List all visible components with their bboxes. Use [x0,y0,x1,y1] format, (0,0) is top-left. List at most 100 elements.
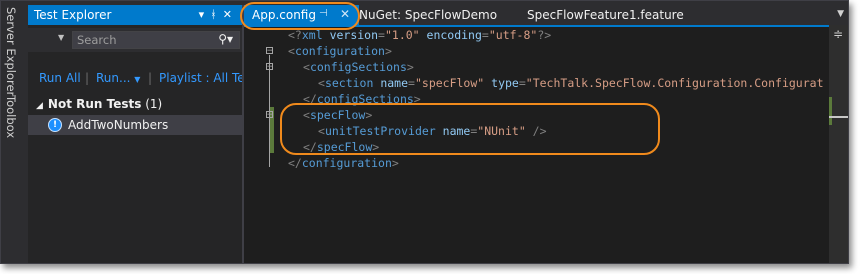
ide-window: Server Explorer Toolbox Test Explorer ▾ᚼ… [0,0,849,264]
code-text: </configuration> [288,155,399,171]
window-position-icon[interactable]: ▾ [199,8,211,21]
code-line: −<specFlow> [244,107,829,123]
pin-icon[interactable]: ᚼ [210,8,223,21]
code-bracket: > [384,44,392,58]
code-line: <unitTestProvider name="NUnit" /> [244,123,829,139]
code-attr-value: "TechTalk.SpecFlow.Configuration.Configu… [525,76,824,90]
code-text: </specFlow> [303,139,379,155]
code-attr-value: "NUnit" [477,124,526,138]
code-bracket: < [318,124,325,138]
test-not-run-icon: ! [48,118,62,132]
test-explorer-toolbar: Run All | Run... ▼ | Playlist : All Test… [28,69,242,89]
code-attr-value: "specFlow" [414,76,485,90]
code-text: <specFlow> [303,107,372,123]
code-attr-value: "utf-8" [488,28,538,42]
code-bracket: </ [288,156,302,170]
side-tool-strip: Server Explorer Toolbox [1,1,27,263]
toolbar-separator: | [85,71,90,85]
code-equals: = [481,28,489,42]
test-explorer-title: Test Explorer [34,8,112,22]
code-text: <configuration> [288,43,392,59]
code-text: <section name="specFlow" type="TechTalk.… [318,75,824,91]
code-line: <section name="specFlow" type="TechTalk.… [244,75,829,91]
code-bracket: </ [303,140,317,154]
chevron-down-icon[interactable]: ▼ [58,33,64,42]
code-editor[interactable]: <?xml version="1.0" encoding="utf-8"?> − <… [244,27,829,263]
code-line: − <configuration> [244,43,829,59]
expand-arrow-icon[interactable]: ◢ [36,101,43,111]
code-attr-name: name [373,76,409,90]
group-name: Not Run Tests [47,97,142,111]
toolbox-tab[interactable]: Toolbox [4,95,18,138]
code-bracket: /> [525,124,547,138]
code-tag-name: configuration [301,156,392,170]
code-text: </configSections> [303,91,421,107]
scrollbar-caret-marker [829,116,848,118]
code-tag-name: configSections [309,60,407,74]
code-attr-name: version [322,28,379,42]
test-item[interactable]: ! AddTwoNumbers [28,115,242,135]
scrollbar-change-marker [829,97,832,125]
code-tag-name: specFlow [309,108,366,122]
code-tag-name: specFlow [316,140,373,154]
playlist-dropdown[interactable]: Playlist : All Tests [159,71,242,85]
close-icon[interactable]: ✕ [340,7,350,21]
tab-overflow-icon[interactable]: ▼ [837,9,844,19]
code-attr-name: encoding [419,28,482,42]
code-attr-name: name [435,124,471,138]
document-tab-bar: App.config ⊣ ✕ NuGet: SpecFlowDemo SpecF… [244,5,848,25]
code-text: <unitTestProvider name="NUnit" /> [318,123,547,139]
group-count: (1) [145,97,163,111]
run-dropdown[interactable]: Run... ▼ [96,71,140,85]
fold-toggle-icon[interactable]: − [266,47,273,56]
code-bracket: < [288,44,295,58]
tab-label: SpecFlowFeature1.feature [527,8,684,22]
search-row: ▼ ⚲▾ [28,28,242,52]
test-explorer-header: Test Explorer ▾ᚼ✕ [28,5,242,25]
split-window-icon[interactable]: ≑ [833,27,843,41]
code-attr-value: "1.0" [384,28,420,42]
code-bracket: > [372,140,380,154]
code-tag-name: xml [301,28,323,42]
code-line: <?xml version="1.0" encoding="utf-8"?> [244,27,829,43]
search-box[interactable]: ⚲▾ [72,31,240,49]
code-equals: = [408,76,415,90]
pin-icon[interactable]: ⊣ [319,8,328,19]
code-bracket: < [303,108,310,122]
code-line: </configuration> [244,155,829,171]
vertical-scrollbar[interactable]: ≑ [829,25,848,263]
code-attr-name: type [484,76,519,90]
fold-guide-line [269,119,270,151]
tab-app-config[interactable]: App.config ⊣ ✕ [244,5,359,25]
test-group-header[interactable]: ◢ Not Run Tests (1) [36,97,162,111]
tab-label: App.config [252,8,316,22]
code-line: </configSections> [244,91,829,107]
code-equals: = [378,28,385,42]
search-icon[interactable]: ⚲▾ [218,32,233,46]
code-tag-name: section [324,76,374,90]
code-bracket: > [413,92,421,106]
code-bracket: > [391,156,399,170]
panel-window-icons[interactable]: ▾ᚼ✕ [199,8,238,21]
code-bracket: <? [288,28,302,42]
code-text: <?xml version="1.0" encoding="utf-8"?> [288,27,551,43]
test-explorer-panel: Test Explorer ▾ᚼ✕ ▼ ⚲▾ Run All | Run... … [28,5,242,263]
search-input[interactable] [73,32,209,48]
close-icon[interactable]: ✕ [223,8,238,21]
chevron-down-icon: ▼ [134,75,141,84]
test-name: AddTwoNumbers [68,118,169,132]
server-explorer-tab[interactable]: Server Explorer [4,7,18,96]
code-equals: = [518,76,526,90]
code-bracket: < [303,60,310,74]
run-all-link[interactable]: Run All [39,71,81,85]
run-label: Run... [96,71,131,85]
toolbar-separator: | [148,71,153,85]
code-line: −<configSections> [244,59,829,75]
code-line: </specFlow> [244,139,829,155]
code-tag-name: configSections [316,92,414,106]
code-bracket: </ [303,92,317,106]
code-bracket: > [365,108,373,122]
code-bracket: > [406,60,414,74]
code-text: <configSections> [303,59,414,75]
fold-guide-line [269,71,270,103]
